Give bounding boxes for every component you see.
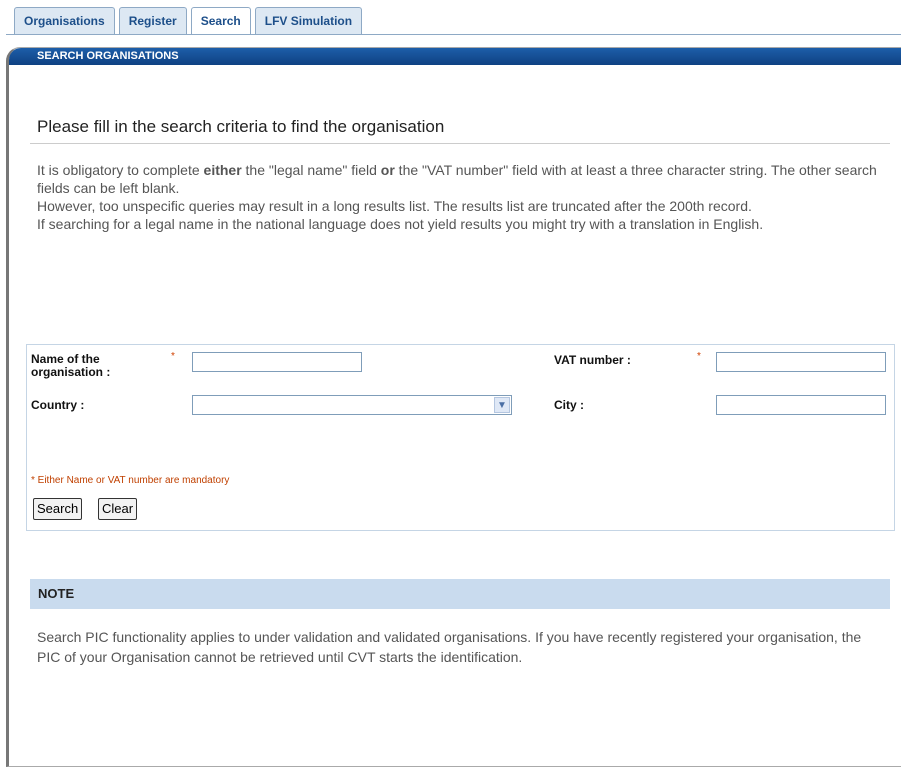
- title-divider: [30, 143, 890, 144]
- tab-organisations[interactable]: Organisations: [14, 7, 115, 34]
- search-button[interactable]: Search: [33, 498, 83, 520]
- page-title: Please fill in the search criteria to fi…: [37, 117, 445, 136]
- emphasis-or: or: [380, 162, 395, 178]
- intro-text-segment: the "legal name" field: [241, 162, 381, 178]
- tab-bar: Organisations Register Search LFV Simula…: [14, 7, 366, 35]
- mandatory-note: * Either Name or VAT number are mandator…: [31, 475, 230, 486]
- chevron-down-icon[interactable]: ▼: [494, 397, 510, 413]
- tab-divider: [6, 34, 901, 35]
- name-input[interactable]: [192, 352, 362, 372]
- intro-text: It is obligatory to complete either the …: [37, 161, 877, 233]
- tab-register[interactable]: Register: [118, 7, 187, 34]
- tab-search[interactable]: Search: [190, 7, 251, 35]
- tab-lfv-simulation[interactable]: LFV Simulation: [254, 7, 363, 34]
- country-select[interactable]: ▼: [192, 395, 512, 415]
- search-form: Name of the organisation : * VAT number …: [26, 344, 895, 531]
- intro-paragraph-2: However, too unspecific queries may resu…: [37, 198, 752, 214]
- name-label: Name of the organisation :: [31, 352, 111, 379]
- clear-button[interactable]: Clear: [98, 498, 138, 520]
- intro-paragraph-1: It is obligatory to complete either the …: [37, 161, 877, 197]
- vat-input[interactable]: [716, 352, 886, 372]
- name-required-mark: *: [171, 351, 175, 362]
- note-header: NOTE: [30, 579, 890, 609]
- panel-header: SEARCH ORGANISATIONS: [9, 48, 901, 65]
- city-label: City :: [554, 398, 584, 412]
- vat-required-mark: *: [697, 351, 701, 362]
- city-input[interactable]: [716, 395, 886, 415]
- country-label: Country :: [31, 398, 85, 412]
- emphasis-either: either: [203, 162, 242, 178]
- intro-paragraph-3: If searching for a legal name in the nat…: [37, 216, 764, 232]
- intro-text-segment: It is obligatory to complete: [37, 162, 204, 178]
- note-text: Search PIC functionality applies to unde…: [37, 629, 862, 665]
- vat-label: VAT number :: [554, 353, 631, 367]
